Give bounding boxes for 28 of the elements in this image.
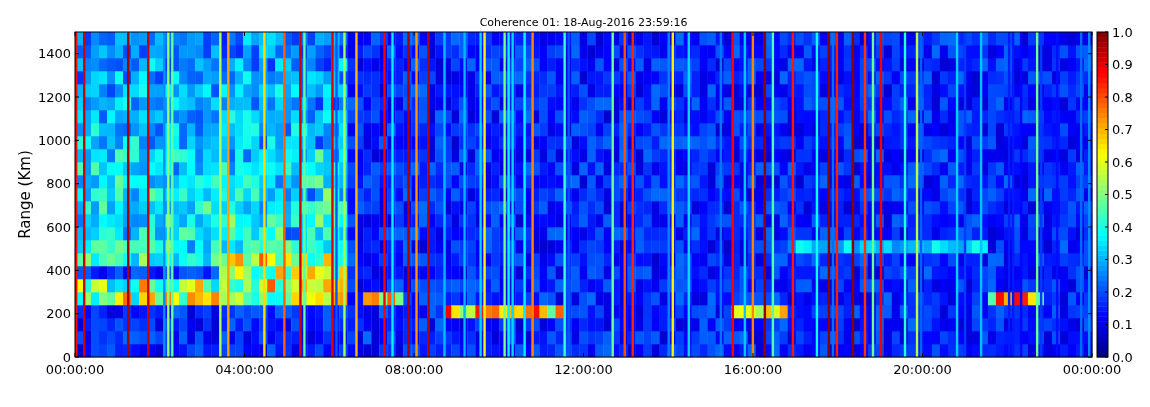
- tick-label: 0: [62, 349, 71, 365]
- tick-label: 0.8: [1112, 89, 1133, 105]
- tick-label: 0.7: [1112, 122, 1133, 137]
- axis-label: Range (Km): [16, 150, 34, 239]
- tick-label: 0.3: [1112, 252, 1133, 267]
- tick-label: 0.0: [1112, 349, 1133, 365]
- tick-label: 1.0: [1112, 24, 1133, 40]
- tick-label: 200: [46, 306, 71, 322]
- tick-label: 0.4: [1112, 219, 1133, 235]
- tick-label: 0.1: [1112, 317, 1133, 332]
- tick-label: 800: [46, 176, 71, 192]
- tick-label: 0.5: [1112, 187, 1133, 202]
- chart-title: Coherence 01: 18-Aug-2016 23:59:16: [479, 16, 688, 29]
- tick-label: 04:00:00: [215, 362, 274, 377]
- tick-label: 0.9: [1112, 57, 1133, 72]
- tick-label: 600: [46, 219, 71, 235]
- tick-label: 0.6: [1112, 154, 1133, 170]
- tick-label: 0.2: [1112, 284, 1133, 300]
- tick-label: 12:00:00: [554, 362, 613, 377]
- tick-label: 00:00:00: [1062, 362, 1122, 377]
- tick-label: 1400: [37, 46, 71, 62]
- tick-label: 20:00:00: [893, 362, 952, 377]
- tick-label: 08:00:00: [384, 362, 444, 377]
- tick-label: 1000: [37, 132, 71, 148]
- tick-label: 1200: [37, 89, 71, 105]
- tick-label: 400: [46, 262, 71, 278]
- tick-label: 16:00:00: [723, 362, 783, 377]
- tick-label: 00:00:00: [45, 362, 105, 377]
